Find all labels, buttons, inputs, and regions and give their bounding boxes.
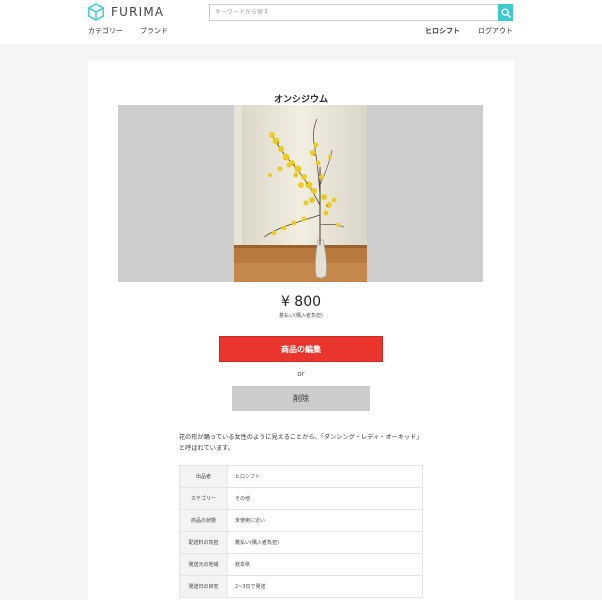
nav-right: ヒロシフト ログアウト (425, 26, 513, 36)
detail-label: カテゴリー (179, 487, 228, 510)
detail-label: 出品者 (179, 465, 228, 488)
search-icon (501, 8, 511, 18)
item-price: ¥ 800 (280, 294, 322, 310)
site-header: FURIMA カテゴリー ブランド ヒロシフト ログアウト (0, 0, 602, 44)
table-row: 商品の状態 未使用に近い (179, 509, 423, 532)
nav-brand-link[interactable]: ブランド (140, 26, 168, 36)
table-row: 発送元の地域 岐阜県 (179, 553, 423, 576)
detail-value: ヒロシフト (227, 465, 423, 488)
detail-value: 着払い(購入者負担) (227, 531, 423, 554)
detail-label: 発送日の目安 (179, 575, 228, 598)
detail-value: 2~3日で発送 (227, 575, 423, 598)
edit-item-button[interactable]: 商品の編集 (219, 336, 383, 362)
search-input[interactable] (209, 4, 498, 21)
nav-left: カテゴリー ブランド (88, 26, 168, 36)
item-image-frame (118, 105, 483, 282)
item-photo (234, 105, 367, 282)
detail-value: その他 (227, 487, 423, 510)
logo-cube-icon (88, 3, 104, 21)
item-description: 花の形が踊っている女性のように見えることから、「ダンシング・レディ・オーキッド」… (179, 434, 423, 452)
item-detail-table: 出品者 ヒロシフト カテゴリー その他 商品の状態 未使用に近い 配送料の負担 … (179, 465, 423, 598)
table-row: 発送日の目安 2~3日で発送 (179, 575, 423, 598)
detail-value: 未使用に近い (227, 509, 423, 532)
item-name: オンシジウム (273, 95, 328, 105)
table-row: 出品者 ヒロシフト (179, 465, 423, 488)
delete-item-button[interactable]: 削除 (232, 386, 370, 411)
logo[interactable]: FURIMA (87, 3, 164, 21)
shipping-fee-note: 着払い(購入者負担) (279, 313, 323, 319)
detail-label: 発送元の地域 (179, 553, 228, 576)
table-row: 配送料の負担 着払い(購入者負担) (179, 531, 423, 554)
detail-label: 商品の状態 (179, 509, 228, 532)
table-row: カテゴリー その他 (179, 487, 423, 510)
nav-category-link[interactable]: カテゴリー (88, 26, 123, 36)
logout-link[interactable]: ログアウト (478, 26, 513, 36)
item-detail-card: オンシジウム ¥ 800 着払い(購入者負担) 商品の編集 or 削除 花の形が… (88, 61, 514, 600)
logo-text: FURIMA (111, 5, 165, 19)
detail-value: 岐阜県 (227, 553, 423, 576)
user-name-link[interactable]: ヒロシフト (425, 26, 460, 36)
or-separator: or (297, 370, 305, 378)
detail-label: 配送料の負担 (179, 531, 228, 554)
search-bar (209, 4, 513, 21)
search-button[interactable] (498, 4, 513, 21)
